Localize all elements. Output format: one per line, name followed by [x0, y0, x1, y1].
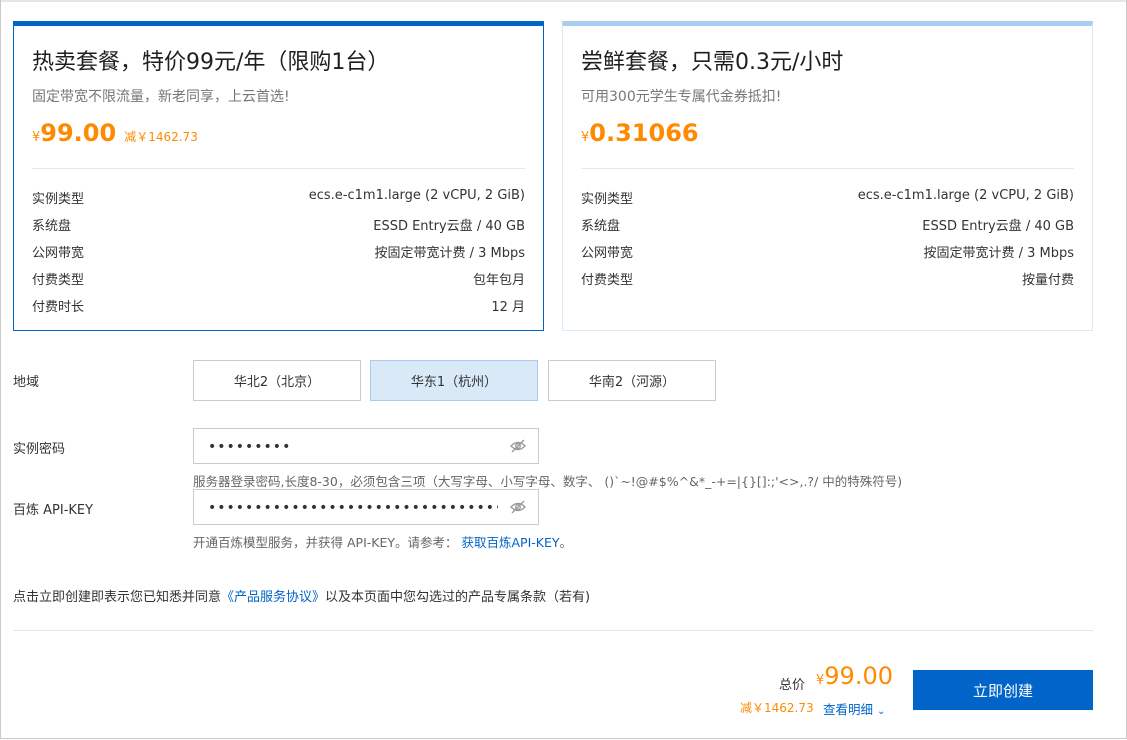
total-price: ¥99.00 — [816, 662, 893, 690]
spec-list: 实例类型 ecs.e-c1m1.large (2 vCPU, 2 GiB) 系统盘… — [581, 188, 1074, 296]
spec-label: 公网带宽 — [581, 246, 634, 261]
spec-value: 按量付费 — [1021, 273, 1074, 288]
spec-label: 付费时长 — [32, 300, 85, 315]
password-field[interactable] — [193, 428, 539, 465]
spec-row: 实例类型 ecs.e-c1m1.large (2 vCPU, 2 GiB) — [581, 188, 1074, 215]
spec-value: 按固定带宽计费 / 3 Mbps — [374, 246, 525, 261]
spec-value: ESSD Entry云盘 / 40 GB — [373, 219, 525, 234]
spec-list: 实例类型 ecs.e-c1m1.large (2 vCPU, 2 GiB) 系统盘… — [32, 188, 525, 323]
region-label: 地域 — [13, 375, 40, 390]
apikey-hint-suffix: 。 — [559, 535, 573, 550]
apikey-label: 百炼 API-KEY — [13, 503, 94, 518]
password-input[interactable] — [206, 429, 500, 465]
total-savings: 减￥1462.73 — [740, 701, 814, 715]
agreement-text: 点击立即创建即表示您已知悉并同意《产品服务协议》以及本页面中您勾选过的产品专属条… — [13, 586, 590, 605]
apikey-hint-text: 开通百炼模型服务，并获得 API-KEY。请参考： — [193, 535, 458, 550]
spec-label: 实例类型 — [32, 192, 85, 207]
eye-off-icon[interactable] — [510, 439, 526, 453]
region-option-hangzhou[interactable]: 华东1（杭州） — [370, 360, 538, 401]
service-agreement-link[interactable]: 《产品服务协议》 — [221, 590, 325, 605]
view-detail-label: 查看明细 — [823, 702, 874, 717]
spec-row: 付费时长 12 月 — [32, 296, 525, 323]
apikey-field[interactable] — [193, 489, 539, 526]
apikey-input[interactable] — [206, 490, 500, 526]
plan-price: ¥99.00 减￥1462.73 — [32, 119, 198, 147]
eye-off-icon[interactable] — [510, 500, 526, 514]
region-option-beijing[interactable]: 华北2（北京） — [193, 360, 361, 401]
spec-label: 付费类型 — [32, 273, 85, 288]
password-hint: 服务器登录密码,长度8-30，必须包含三项（大写字母、小写字母、数字、 ()`~… — [193, 474, 903, 489]
apikey-hint: 开通百炼模型服务，并获得 API-KEY。请参考： 获取百炼API-KEY。 — [193, 532, 572, 551]
price-value: 99.00 — [40, 119, 117, 147]
plan-card-hot[interactable]: 热卖套餐，特价99元/年（限购1台） 固定带宽不限流量，新老同享，上云首选! ¥… — [13, 21, 544, 331]
total-price-value: 99.00 — [824, 662, 893, 690]
spec-value: 按固定带宽计费 / 3 Mbps — [923, 246, 1074, 261]
spec-row: 公网带宽 按固定带宽计费 / 3 Mbps — [581, 242, 1074, 269]
total-label: 总价 — [779, 678, 806, 693]
spec-row: 公网带宽 按固定带宽计费 / 3 Mbps — [32, 242, 525, 269]
spec-row: 实例类型 ecs.e-c1m1.large (2 vCPU, 2 GiB) — [32, 188, 525, 215]
spec-label: 公网带宽 — [32, 246, 85, 261]
footer-divider — [13, 630, 1093, 631]
spec-row: 付费类型 按量付费 — [581, 269, 1074, 296]
spec-value: 包年包月 — [472, 273, 525, 288]
agreement-prefix: 点击立即创建即表示您已知悉并同意 — [13, 590, 222, 605]
spec-value: ESSD Entry云盘 / 40 GB — [922, 219, 1074, 234]
spec-value: ecs.e-c1m1.large (2 vCPU, 2 GiB) — [308, 188, 525, 203]
plan-subtitle: 固定带宽不限流量，新老同享，上云首选! — [32, 89, 290, 105]
plan-title: 尝鲜套餐，只需0.3元/小时 — [581, 50, 844, 75]
savings-text: 减￥1462.73 — [124, 130, 198, 144]
spec-value: ecs.e-c1m1.large (2 vCPU, 2 GiB) — [857, 188, 1074, 203]
password-label: 实例密码 — [13, 442, 66, 457]
plan-subtitle: 可用300元学生专属代金券抵扣! — [581, 89, 782, 105]
create-now-button[interactable]: 立即创建 — [913, 670, 1093, 710]
get-apikey-link[interactable]: 获取百炼API-KEY — [461, 535, 559, 550]
spec-row: 系统盘 ESSD Entry云盘 / 40 GB — [32, 215, 525, 242]
plan-card-trial[interactable]: 尝鲜套餐，只需0.3元/小时 可用300元学生专属代金券抵扣! ¥0.31066… — [562, 21, 1093, 331]
view-detail-link[interactable]: 查看明细 ⌄ — [823, 699, 885, 718]
agreement-suffix: 以及本页面中您勾选过的产品专属条款（若有) — [325, 590, 591, 605]
plan-title: 热卖套餐，特价99元/年（限购1台） — [32, 50, 390, 75]
spec-label: 系统盘 — [581, 219, 621, 234]
plan-price: ¥0.31066 — [581, 119, 699, 147]
spec-row: 付费类型 包年包月 — [32, 269, 525, 296]
region-option-heyuan[interactable]: 华南2（河源） — [548, 360, 716, 401]
spec-label: 实例类型 — [581, 192, 634, 207]
spec-label: 系统盘 — [32, 219, 72, 234]
price-value: 0.31066 — [589, 119, 699, 147]
divider — [32, 168, 525, 169]
spec-label: 付费类型 — [581, 273, 634, 288]
chevron-down-icon: ⌄ — [877, 706, 886, 717]
spec-row: 系统盘 ESSD Entry云盘 / 40 GB — [581, 215, 1074, 242]
divider — [581, 168, 1074, 169]
spec-value: 12 月 — [491, 300, 525, 315]
